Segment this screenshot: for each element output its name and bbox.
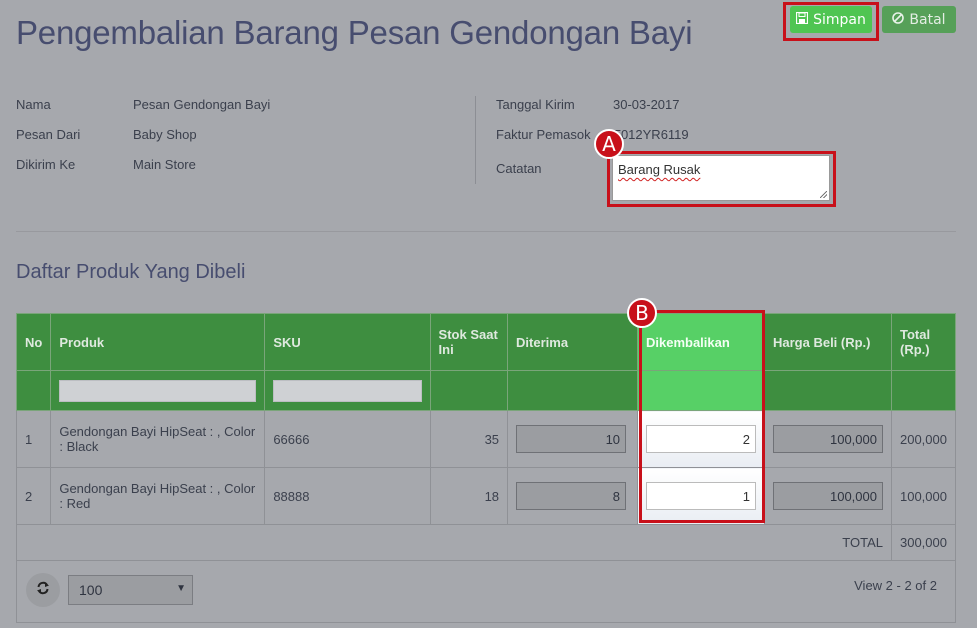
resize-handle-icon[interactable] <box>820 191 827 198</box>
row-no: 1 <box>15 410 52 468</box>
supplier-invoice-value: F012YR6119 <box>613 127 689 142</box>
annotation-badge-a: A <box>594 129 624 159</box>
page-size-select[interactable]: 100 ▼ <box>68 575 193 605</box>
ban-icon <box>892 11 905 28</box>
sent-to-value: Main Store <box>133 157 196 172</box>
total-row: TOTAL 300,000 <box>16 524 957 561</box>
notes-label: Catatan <box>496 161 542 176</box>
table-row: 1 Gendongan Bayi HipSeat : , Color : Bla… <box>15 410 957 468</box>
price-input: 100,000 <box>772 482 883 510</box>
received-input: 8 <box>516 482 627 510</box>
name-value: Pesan Gendongan Bayi <box>133 97 271 112</box>
order-from-value: Baby Shop <box>133 127 197 142</box>
table-row: 2 Gendongan Bayi HipSeat : , Color : Red… <box>15 467 957 525</box>
sent-to-label: Dikirim Ke <box>16 157 76 172</box>
row-product: Gendongan Bayi HipSeat : , Color : Red <box>50 467 266 525</box>
send-date-label: Tanggal Kirim <box>496 97 575 112</box>
row-product: Gendongan Bayi HipSeat : , Color : Black <box>50 410 266 468</box>
save-button[interactable]: Simpan <box>790 6 872 33</box>
price-input: 100,000 <box>772 425 883 453</box>
col-header-stock: Stok Saat Ini <box>429 313 509 371</box>
cancel-button-label: Batal <box>909 11 946 28</box>
col-header-returned: Dikembalikan <box>636 313 765 371</box>
returned-input[interactable]: 1 <box>645 482 756 510</box>
refresh-button[interactable] <box>26 573 60 607</box>
col-header-product: Produk <box>50 313 266 371</box>
col-header-no: No <box>15 313 52 371</box>
view-info: View 2 - 2 of 2 <box>854 578 937 593</box>
row-sku: 88888 <box>264 467 431 525</box>
section-title: Daftar Produk Yang Dibeli <box>16 261 246 283</box>
total-label: TOTAL <box>16 524 892 561</box>
chevron-down-icon: ▼ <box>176 583 186 594</box>
row-sku: 66666 <box>264 410 431 468</box>
send-date-value: 30-03-2017 <box>613 97 680 112</box>
cancel-button[interactable]: Batal <box>882 6 956 33</box>
row-total: 100,000 <box>890 467 957 525</box>
row-stock: 18 <box>429 467 509 525</box>
sku-filter-input[interactable] <box>273 379 422 402</box>
row-stock: 35 <box>429 410 509 468</box>
floppy-disk-icon <box>796 11 809 28</box>
annotation-badge-b: B <box>627 298 657 328</box>
info-divider <box>475 96 476 184</box>
col-header-total: Total (Rp.) <box>890 313 957 371</box>
row-total: 200,000 <box>890 410 957 468</box>
product-filter-input[interactable] <box>59 379 257 402</box>
order-from-label: Pesan Dari <box>16 127 81 142</box>
supplier-invoice-label: Faktur Pemasok <box>496 127 591 142</box>
notes-text: Barang Rusak <box>618 162 701 177</box>
total-value: 300,000 <box>890 524 957 561</box>
received-input: 10 <box>516 425 627 453</box>
returned-input[interactable]: 2 <box>645 425 756 453</box>
save-button-label: Simpan <box>813 11 866 28</box>
row-no: 2 <box>15 467 52 525</box>
col-header-received: Diterima <box>507 313 638 371</box>
notes-textarea[interactable]: Barang Rusak <box>612 155 830 201</box>
name-label: Nama <box>16 97 51 112</box>
page-size-value: 100 <box>79 582 103 598</box>
filter-row <box>15 370 957 411</box>
col-header-sku: SKU <box>264 313 431 371</box>
refresh-icon <box>36 580 50 600</box>
section-divider <box>16 231 956 232</box>
page-title: Pengembalian Barang Pesan Gendongan Bayi <box>16 14 693 51</box>
col-header-price: Harga Beli (Rp.) <box>763 313 892 371</box>
